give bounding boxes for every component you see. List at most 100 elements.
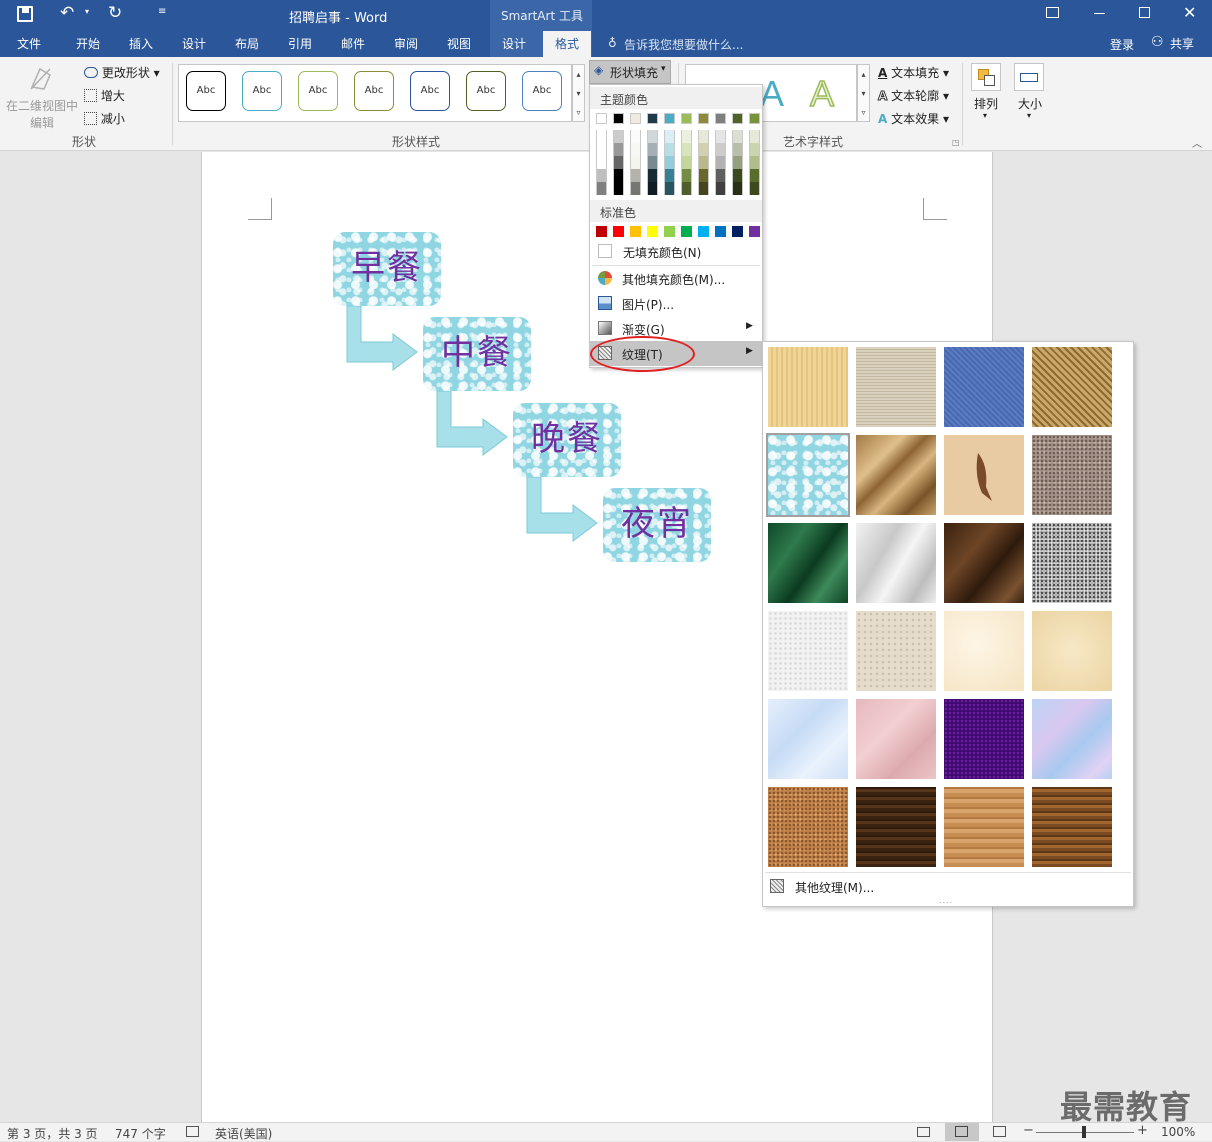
theme-color-shade-swatch[interactable] xyxy=(613,130,624,143)
theme-color-shade-swatch[interactable] xyxy=(732,182,743,195)
theme-color-swatch[interactable] xyxy=(664,113,675,124)
theme-color-shade-swatch[interactable] xyxy=(630,143,641,156)
shape-style-5[interactable]: Abc xyxy=(410,71,450,111)
tab-references[interactable]: 引用 xyxy=(288,35,312,52)
theme-color-shade-swatch[interactable] xyxy=(596,182,607,195)
theme-color-shade-swatch[interactable] xyxy=(664,130,675,143)
theme-color-shade-swatch[interactable] xyxy=(749,156,760,169)
texture-fish-fossil[interactable] xyxy=(944,435,1024,515)
tab-review[interactable]: 审阅 xyxy=(394,35,418,52)
share-button[interactable]: 共享 xyxy=(1170,35,1194,52)
texture-walnut[interactable] xyxy=(856,787,936,867)
theme-color-shade-swatch[interactable] xyxy=(647,156,658,169)
more-colors-item[interactable]: 其他填充颜色(M)... xyxy=(590,266,762,291)
text-effects-button[interactable]: A 文本效果 ▾ xyxy=(878,110,949,127)
texture-granite[interactable] xyxy=(1032,523,1112,603)
texture-white-marble[interactable] xyxy=(856,523,936,603)
texture-green-marble[interactable] xyxy=(768,523,848,603)
proofing-icon[interactable] xyxy=(186,1126,199,1137)
text-outline-button[interactable]: A 文本轮廓 ▾ xyxy=(877,87,949,104)
wordart-style-1[interactable]: A xyxy=(760,73,784,115)
theme-color-shade-swatch[interactable] xyxy=(732,156,743,169)
shape-style-4[interactable]: Abc xyxy=(354,71,394,111)
theme-color-shade-swatch[interactable] xyxy=(647,169,658,182)
texture-canvas[interactable] xyxy=(856,347,936,427)
tab-smartart-design[interactable]: 设计 xyxy=(502,35,526,52)
smartart-shape-lunch[interactable]: 中餐 xyxy=(423,317,531,391)
standard-color-swatch[interactable] xyxy=(647,226,658,237)
no-fill-item[interactable]: 无填充颜色(N) xyxy=(590,239,762,264)
theme-color-shade-swatch[interactable] xyxy=(681,156,692,169)
theme-color-shade-swatch[interactable] xyxy=(698,143,709,156)
theme-color-shade-swatch[interactable] xyxy=(664,182,675,195)
standard-color-swatch[interactable] xyxy=(732,226,743,237)
theme-color-shade-swatch[interactable] xyxy=(732,130,743,143)
login-link[interactable]: 登录 xyxy=(1110,36,1134,53)
theme-color-shade-swatch[interactable] xyxy=(749,130,760,143)
theme-color-shade-swatch[interactable] xyxy=(698,130,709,143)
smartart-shape-dinner[interactable]: 晚餐 xyxy=(513,403,621,477)
collapse-ribbon-icon[interactable]: ︿ xyxy=(1192,135,1202,150)
theme-color-swatch[interactable] xyxy=(715,113,726,124)
theme-color-swatch[interactable] xyxy=(613,113,624,124)
texture-parchment[interactable] xyxy=(944,611,1024,691)
gallery-scroll[interactable]: ▴ ▾ ▿ xyxy=(572,64,585,122)
tab-mailings[interactable]: 邮件 xyxy=(341,35,365,52)
theme-color-shade-swatch[interactable] xyxy=(681,169,692,182)
wordart-scroll[interactable]: ▴ ▾ ▿ xyxy=(857,64,870,122)
theme-color-shade-swatch[interactable] xyxy=(732,169,743,182)
dialog-launcher-icon[interactable]: ◳ xyxy=(952,138,960,147)
theme-color-shade-swatch[interactable] xyxy=(715,143,726,156)
theme-color-shade-swatch[interactable] xyxy=(715,130,726,143)
theme-color-shade-swatch[interactable] xyxy=(647,182,658,195)
theme-color-swatch[interactable] xyxy=(630,113,641,124)
shape-style-2[interactable]: Abc xyxy=(242,71,282,111)
theme-color-shade-swatch[interactable] xyxy=(613,143,624,156)
theme-color-shade-swatch[interactable] xyxy=(749,169,760,182)
theme-color-shade-swatch[interactable] xyxy=(630,169,641,182)
theme-color-shade-swatch[interactable] xyxy=(698,182,709,195)
minimize-icon[interactable] xyxy=(1094,13,1105,14)
standard-color-swatch[interactable] xyxy=(596,226,607,237)
tab-design[interactable]: 设计 xyxy=(182,35,206,52)
texture-blue-tissue-paper[interactable] xyxy=(768,699,848,779)
texture-recycled-paper[interactable] xyxy=(856,611,936,691)
tell-me-input[interactable]: 告诉我您想要做什么... xyxy=(624,36,743,53)
save-icon[interactable] xyxy=(17,6,33,22)
theme-color-shade-swatch[interactable] xyxy=(596,130,607,143)
redo-icon[interactable]: ↻ xyxy=(108,3,122,23)
theme-color-shade-swatch[interactable] xyxy=(664,156,675,169)
word-count[interactable]: 747 个字 xyxy=(115,1125,166,1142)
tab-insert[interactable]: 插入 xyxy=(129,35,153,52)
theme-color-shade-swatch[interactable] xyxy=(715,169,726,182)
theme-color-shade-swatch[interactable] xyxy=(596,143,607,156)
theme-color-shade-swatch[interactable] xyxy=(698,156,709,169)
texture-woven-mat[interactable] xyxy=(1032,347,1112,427)
theme-color-shade-swatch[interactable] xyxy=(613,169,624,182)
texture-water-droplets[interactable] xyxy=(766,433,850,517)
theme-color-shade-swatch[interactable] xyxy=(596,169,607,182)
theme-color-shade-swatch[interactable] xyxy=(613,182,624,195)
standard-color-swatch[interactable] xyxy=(630,226,641,237)
edit-in-2d-button[interactable]: 在二维视图中 编辑 xyxy=(6,97,78,131)
larger-button[interactable]: 增大 xyxy=(84,87,125,104)
smartart-shape-breakfast[interactable]: 早餐 xyxy=(333,232,441,306)
change-shape-button[interactable]: 更改形状 ▾ xyxy=(84,64,160,81)
theme-color-shade-swatch[interactable] xyxy=(596,156,607,169)
theme-color-swatch[interactable] xyxy=(698,113,709,124)
picture-item[interactable]: 图片(P)... xyxy=(590,291,762,316)
theme-color-shade-swatch[interactable] xyxy=(732,143,743,156)
theme-color-swatch[interactable] xyxy=(681,113,692,124)
shape-style-3[interactable]: Abc xyxy=(298,71,338,111)
theme-color-shade-swatch[interactable] xyxy=(630,130,641,143)
undo-icon[interactable]: ↶ xyxy=(60,3,74,23)
texture-papyrus[interactable] xyxy=(768,347,848,427)
theme-color-shade-swatch[interactable] xyxy=(681,143,692,156)
texture-paper-bag[interactable] xyxy=(856,435,936,515)
texture-denim[interactable] xyxy=(944,347,1024,427)
theme-color-swatch[interactable] xyxy=(596,113,607,124)
theme-color-shade-swatch[interactable] xyxy=(664,143,675,156)
theme-color-shade-swatch[interactable] xyxy=(715,156,726,169)
standard-color-swatch[interactable] xyxy=(681,226,692,237)
theme-color-shade-swatch[interactable] xyxy=(613,156,624,169)
